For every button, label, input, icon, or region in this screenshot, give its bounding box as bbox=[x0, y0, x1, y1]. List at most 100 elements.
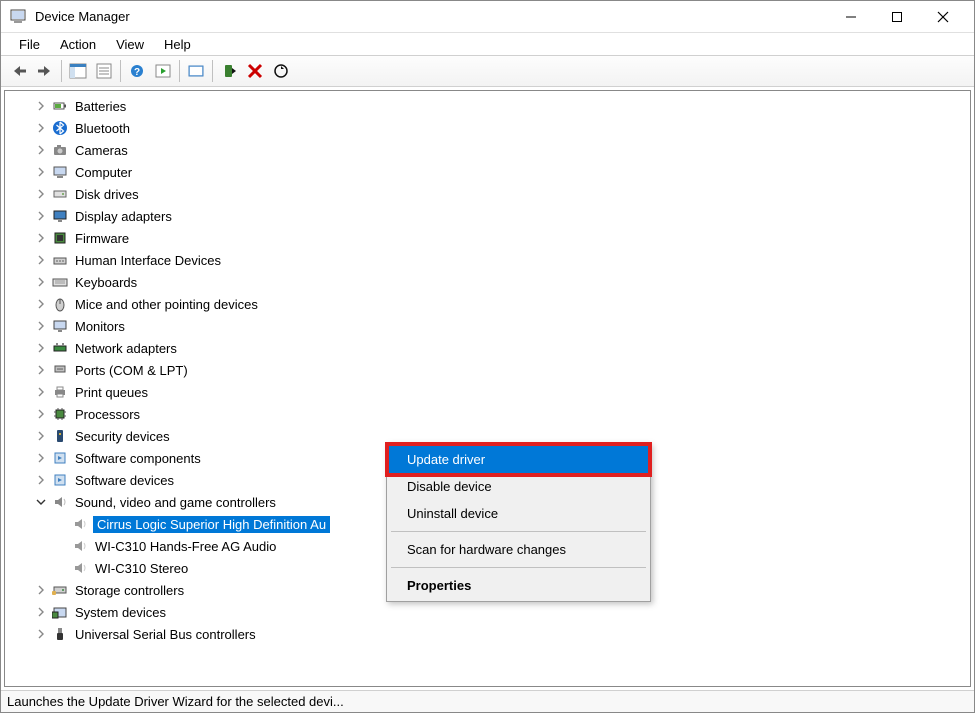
display-icon bbox=[51, 207, 69, 225]
tree-category-label: Firmware bbox=[73, 230, 131, 247]
tree-device-label: WI-C310 Hands-Free AG Audio bbox=[93, 538, 278, 555]
disk-icon bbox=[51, 185, 69, 203]
tree-category[interactable]: Universal Serial Bus controllers bbox=[5, 623, 970, 645]
tree-category-label: Human Interface Devices bbox=[73, 252, 223, 269]
menu-action[interactable]: Action bbox=[50, 35, 106, 54]
context-menu-item[interactable]: Properties bbox=[389, 572, 648, 599]
tree-category[interactable]: Print queues bbox=[5, 381, 970, 403]
context-menu-item[interactable]: Disable device bbox=[389, 473, 648, 500]
context-menu-item[interactable]: Scan for hardware changes bbox=[389, 536, 648, 563]
back-button[interactable] bbox=[7, 59, 31, 83]
expand-icon[interactable] bbox=[33, 582, 49, 598]
menu-help[interactable]: Help bbox=[154, 35, 201, 54]
tree-category[interactable]: Ports (COM & LPT) bbox=[5, 359, 970, 381]
tree-category[interactable]: Display adapters bbox=[5, 205, 970, 227]
tree-category[interactable]: Cameras bbox=[5, 139, 970, 161]
tree-category-label: System devices bbox=[73, 604, 168, 621]
statusbar: Launches the Update Driver Wizard for th… bbox=[1, 690, 974, 712]
printer-icon bbox=[51, 383, 69, 401]
show-hide-tree-button[interactable] bbox=[66, 59, 90, 83]
expand-icon[interactable] bbox=[33, 362, 49, 378]
tree-category[interactable]: Batteries bbox=[5, 95, 970, 117]
computer-icon bbox=[51, 163, 69, 181]
properties-button[interactable] bbox=[92, 59, 116, 83]
menu-view[interactable]: View bbox=[106, 35, 154, 54]
tree-category-label: Keyboards bbox=[73, 274, 139, 291]
processor-icon bbox=[51, 405, 69, 423]
tree-category-label: Batteries bbox=[73, 98, 128, 115]
context-menu-item[interactable]: Update driver bbox=[389, 446, 648, 473]
tree-category-label: Software components bbox=[73, 450, 203, 467]
monitor-icon bbox=[51, 317, 69, 335]
tree-category[interactable]: Disk drives bbox=[5, 183, 970, 205]
toolbar: ? bbox=[1, 55, 974, 87]
tree-category[interactable]: Mice and other pointing devices bbox=[5, 293, 970, 315]
expand-icon[interactable] bbox=[33, 164, 49, 180]
toolbar-separator bbox=[120, 60, 121, 82]
context-menu-item[interactable]: Uninstall device bbox=[389, 500, 648, 527]
minimize-button[interactable] bbox=[828, 1, 874, 33]
action-button[interactable] bbox=[151, 59, 175, 83]
tree-category[interactable]: Keyboards bbox=[5, 271, 970, 293]
menu-file[interactable]: File bbox=[9, 35, 50, 54]
network-icon bbox=[51, 339, 69, 357]
help-button[interactable]: ? bbox=[125, 59, 149, 83]
tree-category[interactable]: Monitors bbox=[5, 315, 970, 337]
expand-icon[interactable] bbox=[33, 208, 49, 224]
expand-icon[interactable] bbox=[33, 98, 49, 114]
expand-icon[interactable] bbox=[33, 142, 49, 158]
sound-icon bbox=[51, 493, 69, 511]
tree-device-label: WI-C310 Stereo bbox=[93, 560, 190, 577]
tree-category-label: Display adapters bbox=[73, 208, 174, 225]
tree-category-label: Sound, video and game controllers bbox=[73, 494, 278, 511]
tree-category[interactable]: Bluetooth bbox=[5, 117, 970, 139]
expand-icon[interactable] bbox=[33, 296, 49, 312]
expand-icon[interactable] bbox=[33, 450, 49, 466]
mouse-icon bbox=[51, 295, 69, 313]
expand-icon[interactable] bbox=[33, 384, 49, 400]
window-controls bbox=[828, 1, 966, 33]
expand-icon[interactable] bbox=[33, 186, 49, 202]
expand-icon[interactable] bbox=[33, 274, 49, 290]
expand-icon[interactable] bbox=[33, 604, 49, 620]
expand-icon[interactable] bbox=[33, 472, 49, 488]
expand-icon[interactable] bbox=[33, 340, 49, 356]
expand-icon[interactable] bbox=[33, 252, 49, 268]
tree-category[interactable]: Network adapters bbox=[5, 337, 970, 359]
collapse-icon[interactable] bbox=[33, 494, 49, 510]
svg-text:?: ? bbox=[134, 67, 140, 78]
uninstall-button[interactable] bbox=[243, 59, 267, 83]
security-icon bbox=[51, 427, 69, 445]
close-button[interactable] bbox=[920, 1, 966, 33]
software-icon bbox=[51, 449, 69, 467]
scan-hardware-button[interactable] bbox=[269, 59, 293, 83]
tree-category[interactable]: Human Interface Devices bbox=[5, 249, 970, 271]
enable-device-button[interactable] bbox=[217, 59, 241, 83]
context-menu: Update driverDisable deviceUninstall dev… bbox=[386, 443, 651, 602]
tree-category[interactable]: System devices bbox=[5, 601, 970, 623]
tree-category[interactable]: Computer bbox=[5, 161, 970, 183]
tree-category-label: Cameras bbox=[73, 142, 130, 159]
expand-icon[interactable] bbox=[33, 318, 49, 334]
tree-category-label: Bluetooth bbox=[73, 120, 132, 137]
forward-button[interactable] bbox=[33, 59, 57, 83]
update-driver-button[interactable] bbox=[184, 59, 208, 83]
tree-category-label: Mice and other pointing devices bbox=[73, 296, 260, 313]
tree-category-label: Network adapters bbox=[73, 340, 179, 357]
tree-category[interactable]: Firmware bbox=[5, 227, 970, 249]
expand-icon[interactable] bbox=[33, 626, 49, 642]
tree-category-label: Processors bbox=[73, 406, 142, 423]
titlebar: Device Manager bbox=[1, 1, 974, 33]
context-menu-separator bbox=[391, 531, 646, 532]
tree-category[interactable]: Processors bbox=[5, 403, 970, 425]
expand-icon[interactable] bbox=[33, 406, 49, 422]
speaker-icon bbox=[71, 559, 89, 577]
expand-icon[interactable] bbox=[33, 428, 49, 444]
storage-icon bbox=[51, 581, 69, 599]
speaker-icon bbox=[71, 537, 89, 555]
menubar: File Action View Help bbox=[1, 33, 974, 55]
expand-icon[interactable] bbox=[33, 230, 49, 246]
context-menu-separator bbox=[391, 567, 646, 568]
maximize-button[interactable] bbox=[874, 1, 920, 33]
expand-icon[interactable] bbox=[33, 120, 49, 136]
